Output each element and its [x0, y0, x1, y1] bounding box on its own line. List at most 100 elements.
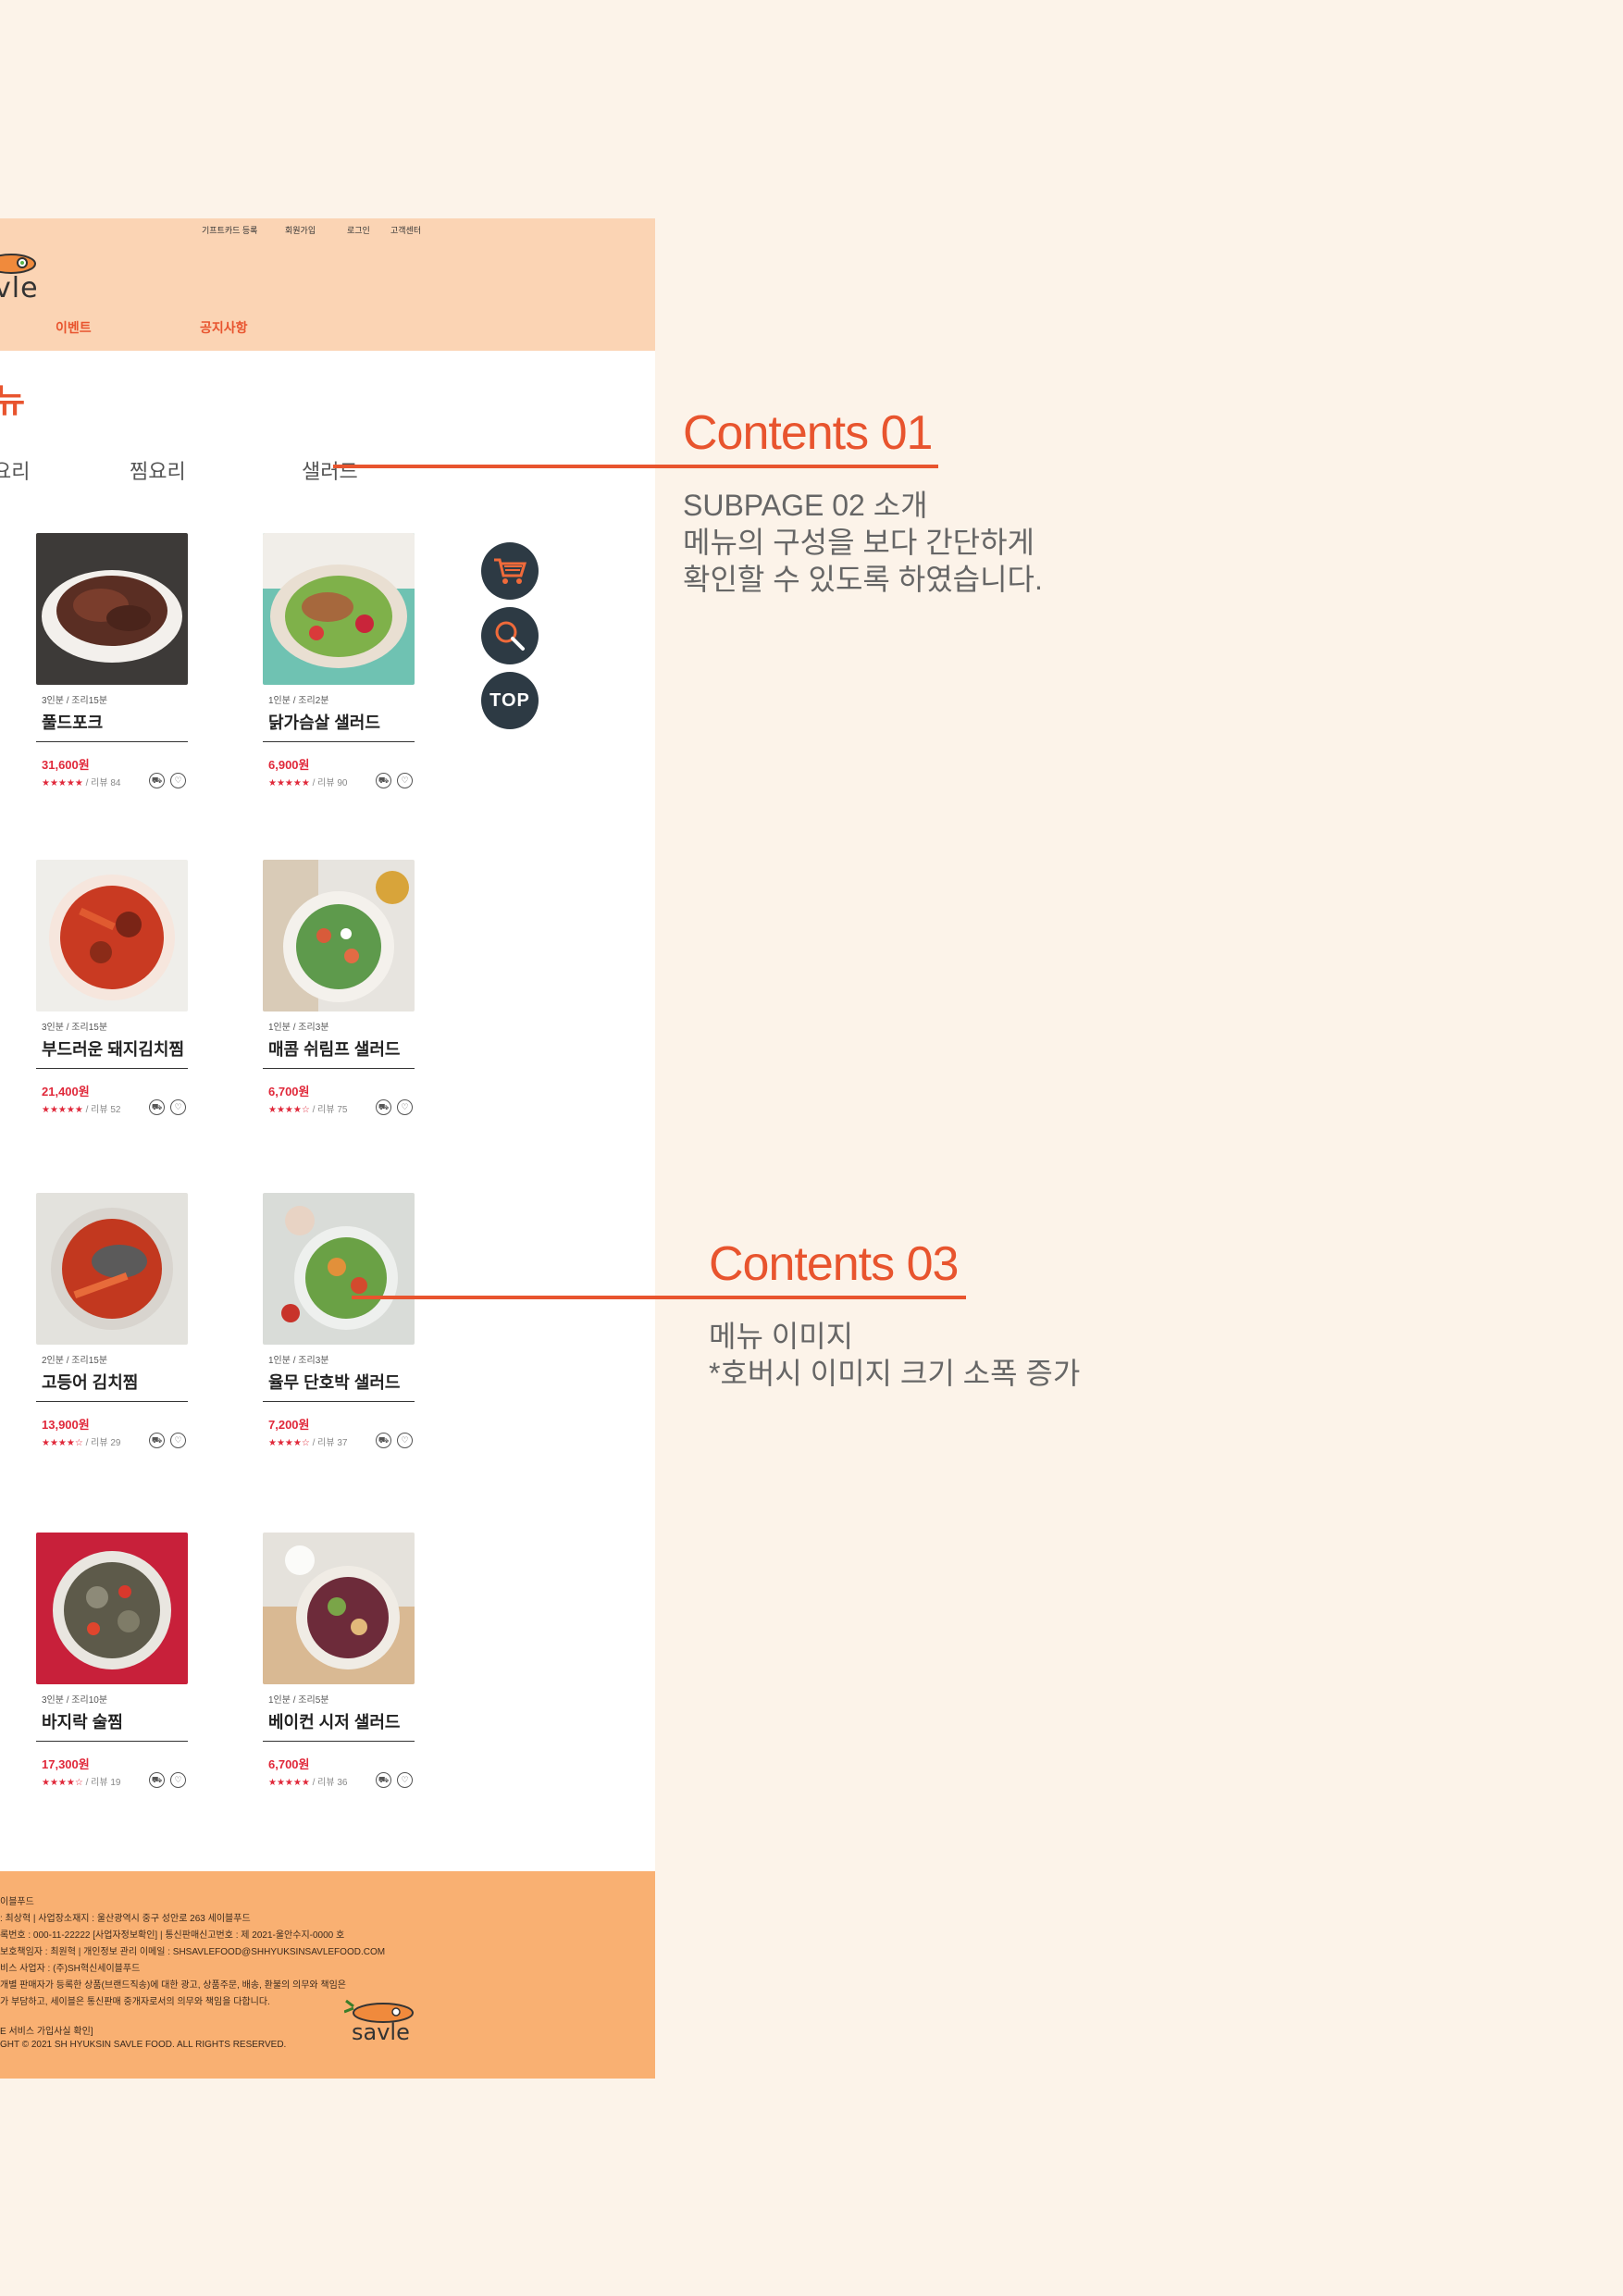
- product-price: 17,300원: [42, 1757, 90, 1771]
- product-price: 7,200원: [268, 1418, 310, 1432]
- product-meta: 3인분 / 조리15분: [42, 1023, 108, 1033]
- star-rating: ★★★★★: [42, 778, 83, 788]
- review-count: / 리뷰 52: [82, 1105, 121, 1115]
- footer-line: 보호책임자 : 최원혁 | 개인정보 관리 이메일 : SHSAVLEFOOD@…: [0, 1947, 386, 1957]
- cart-icon[interactable]: ⛟: [376, 1772, 391, 1788]
- product-meta: 2인분 / 조리15분: [42, 1356, 108, 1366]
- util-link-login[interactable]: 로그인: [347, 224, 370, 236]
- product-card[interactable]: 1인분 / 조리5분 베이컨 시저 샐러드 6,700원 ★★★★★ / 리뷰 …: [263, 1533, 415, 1788]
- util-link-support[interactable]: 고객센터: [390, 224, 421, 236]
- cart-icon[interactable]: ⛟: [149, 1433, 165, 1448]
- nav-event[interactable]: 이벤트: [56, 318, 92, 337]
- shopping-cart-icon: [494, 558, 527, 584]
- product-image-clam-steam[interactable]: [36, 1533, 188, 1684]
- footer-link-service[interactable]: E 서비스 가입사실 확인]: [0, 2023, 93, 2037]
- product-image-shrimp-salad[interactable]: [263, 860, 415, 1011]
- util-link-giftcard[interactable]: 기프트카드 등록: [202, 224, 257, 236]
- subpage-mockup: 기프트카드 등록 회원가입 로그인 고객센터 vle 이벤트 공지사항 뉴 요리…: [0, 218, 655, 2079]
- heart-icon[interactable]: ♡: [397, 1099, 413, 1115]
- star-rating: ★★★★★: [268, 778, 310, 788]
- site-footer: 이블푸드 : 최상혁 | 사업장소재지 : 울산광역시 중구 성안로 263 세…: [0, 1871, 655, 2079]
- product-price: 6,700원: [268, 1085, 310, 1098]
- product-image-mackerel-jjim[interactable]: [36, 1193, 188, 1345]
- heart-icon[interactable]: ♡: [170, 1433, 186, 1448]
- search-icon: [495, 621, 525, 651]
- heart-icon[interactable]: ♡: [397, 1433, 413, 1448]
- product-name[interactable]: 풀드포크: [36, 710, 188, 742]
- product-meta: 3인분 / 조리10분: [42, 1695, 108, 1706]
- annotation-description: SUBPAGE 02 소개 메뉴의 구성을 보다 간단하게 확인할 수 있도록 …: [683, 487, 1043, 598]
- tab-steamed[interactable]: 찜요리: [130, 455, 186, 485]
- footer-line: 이블푸드: [0, 1897, 34, 1907]
- cart-icon[interactable]: ⛟: [376, 1099, 391, 1115]
- heart-icon[interactable]: ♡: [170, 1099, 186, 1115]
- product-name[interactable]: 매콤 쉬림프 샐러드: [263, 1036, 415, 1069]
- product-image-chicken-salad[interactable]: [263, 533, 415, 685]
- product-meta: 1인분 / 조리3분: [268, 1023, 329, 1033]
- annotation-description: 메뉴 이미지 *호버시 이미지 크기 소폭 증가: [709, 1318, 1080, 1392]
- heart-icon[interactable]: ♡: [397, 773, 413, 788]
- tab-cooking[interactable]: 요리: [0, 455, 30, 485]
- footer-line: 비스 사업자 : (주)SH혁신세이블푸드: [0, 1964, 141, 1974]
- product-card[interactable]: 3인분 / 조리15분 부드러운 돼지김치찜 21,400원 ★★★★★ / 리…: [36, 860, 188, 1115]
- annotation-desc-line: SUBPAGE 02 소개: [683, 489, 928, 522]
- footer-line: 가 부담하고, 세이블은 통신판매 중개자로서의 의무와 책임을 다합니다.: [0, 1997, 270, 2007]
- search-float-button[interactable]: [481, 607, 539, 664]
- footer-logo-text[interactable]: savle: [352, 2019, 410, 2045]
- nav-notice[interactable]: 공지사항: [200, 318, 248, 337]
- product-card[interactable]: 1인분 / 조리3분 매콤 쉬림프 샐러드 6,700원 ★★★★☆ / 리뷰 …: [263, 860, 415, 1115]
- product-image-pulled-pork[interactable]: [36, 533, 188, 685]
- star-rating: ★★★★☆: [42, 1778, 83, 1788]
- product-name[interactable]: 베이컨 시저 샐러드: [263, 1709, 415, 1742]
- heart-icon[interactable]: ♡: [170, 1772, 186, 1788]
- cart-icon[interactable]: ⛟: [149, 1772, 165, 1788]
- review-count: / 리뷰 90: [309, 778, 348, 788]
- star-rating: ★★★★☆: [268, 1105, 310, 1115]
- product-name[interactable]: 닭가슴살 샐러드: [263, 710, 415, 742]
- logo-text[interactable]: vle: [0, 272, 39, 304]
- product-meta: 3인분 / 조리15분: [42, 696, 108, 706]
- cart-float-button[interactable]: [481, 542, 539, 600]
- review-count: / 리뷰 75: [309, 1105, 348, 1115]
- annotation-desc-line: 메뉴 이미지: [709, 1320, 854, 1353]
- product-rating: ★★★★★ / 리뷰 52 ⛟ ♡: [36, 1099, 188, 1115]
- review-count: / 리뷰 84: [82, 778, 121, 788]
- product-meta: 1인분 / 조리2분: [268, 696, 329, 706]
- product-card[interactable]: 3인분 / 조리15분 풀드포크 31,600원 ★★★★★ / 리뷰 84 ⛟…: [36, 533, 188, 788]
- product-card[interactable]: 1인분 / 조리3분 율무 단호박 샐러드 7,200원 ★★★★☆ / 리뷰 …: [263, 1193, 415, 1448]
- product-image-caesar-salad[interactable]: [263, 1533, 415, 1684]
- star-rating: ★★★★☆: [268, 1438, 310, 1448]
- top-button[interactable]: TOP: [481, 672, 539, 729]
- annotation-title: Contents 01: [683, 406, 933, 460]
- star-rating: ★★★★★: [268, 1778, 310, 1788]
- product-image-kimchi-jjim[interactable]: [36, 860, 188, 1011]
- cart-icon[interactable]: ⛟: [149, 1099, 165, 1115]
- product-rating: ★★★★★ / 리뷰 36 ⛟ ♡: [263, 1772, 415, 1788]
- product-name[interactable]: 율무 단호박 샐러드: [263, 1370, 415, 1402]
- product-price: 21,400원: [42, 1085, 90, 1098]
- cart-icon[interactable]: ⛟: [149, 773, 165, 788]
- product-price: 6,700원: [268, 1757, 310, 1771]
- review-count: / 리뷰 29: [82, 1438, 121, 1448]
- product-rating: ★★★★★ / 리뷰 90 ⛟ ♡: [263, 773, 415, 788]
- heart-icon[interactable]: ♡: [170, 773, 186, 788]
- product-name[interactable]: 고등어 김치찜: [36, 1370, 188, 1402]
- annotation-desc-line: 메뉴의 구성을 보다 간단하게: [683, 526, 1035, 559]
- product-card[interactable]: 1인분 / 조리2분 닭가슴살 샐러드 6,900원 ★★★★★ / 리뷰 90…: [263, 533, 415, 788]
- product-rating: ★★★★☆ / 리뷰 75 ⛟ ♡: [263, 1099, 415, 1115]
- cart-icon[interactable]: ⛟: [376, 1433, 391, 1448]
- product-name[interactable]: 바지락 술찜: [36, 1709, 188, 1742]
- product-card[interactable]: 3인분 / 조리10분 바지락 술찜 17,300원 ★★★★☆ / 리뷰 19…: [36, 1533, 188, 1788]
- product-rating: ★★★★☆ / 리뷰 29 ⛟ ♡: [36, 1433, 188, 1448]
- util-link-signup[interactable]: 회원가입: [285, 224, 316, 236]
- heart-icon[interactable]: ♡: [397, 1772, 413, 1788]
- star-rating: ★★★★★: [42, 1105, 83, 1115]
- star-rating: ★★★★☆: [42, 1438, 83, 1448]
- annotation-desc-line: *호버시 이미지 크기 소폭 증가: [709, 1357, 1081, 1390]
- product-name[interactable]: 부드러운 돼지김치찜: [36, 1036, 188, 1069]
- cart-icon[interactable]: ⛟: [376, 773, 391, 788]
- page-title: 뉴: [0, 381, 26, 419]
- tab-salad[interactable]: 샐러드: [302, 455, 358, 485]
- product-image-pumpkin-salad[interactable]: [263, 1193, 415, 1345]
- product-card[interactable]: 2인분 / 조리15분 고등어 김치찜 13,900원 ★★★★☆ / 리뷰 2…: [36, 1193, 188, 1448]
